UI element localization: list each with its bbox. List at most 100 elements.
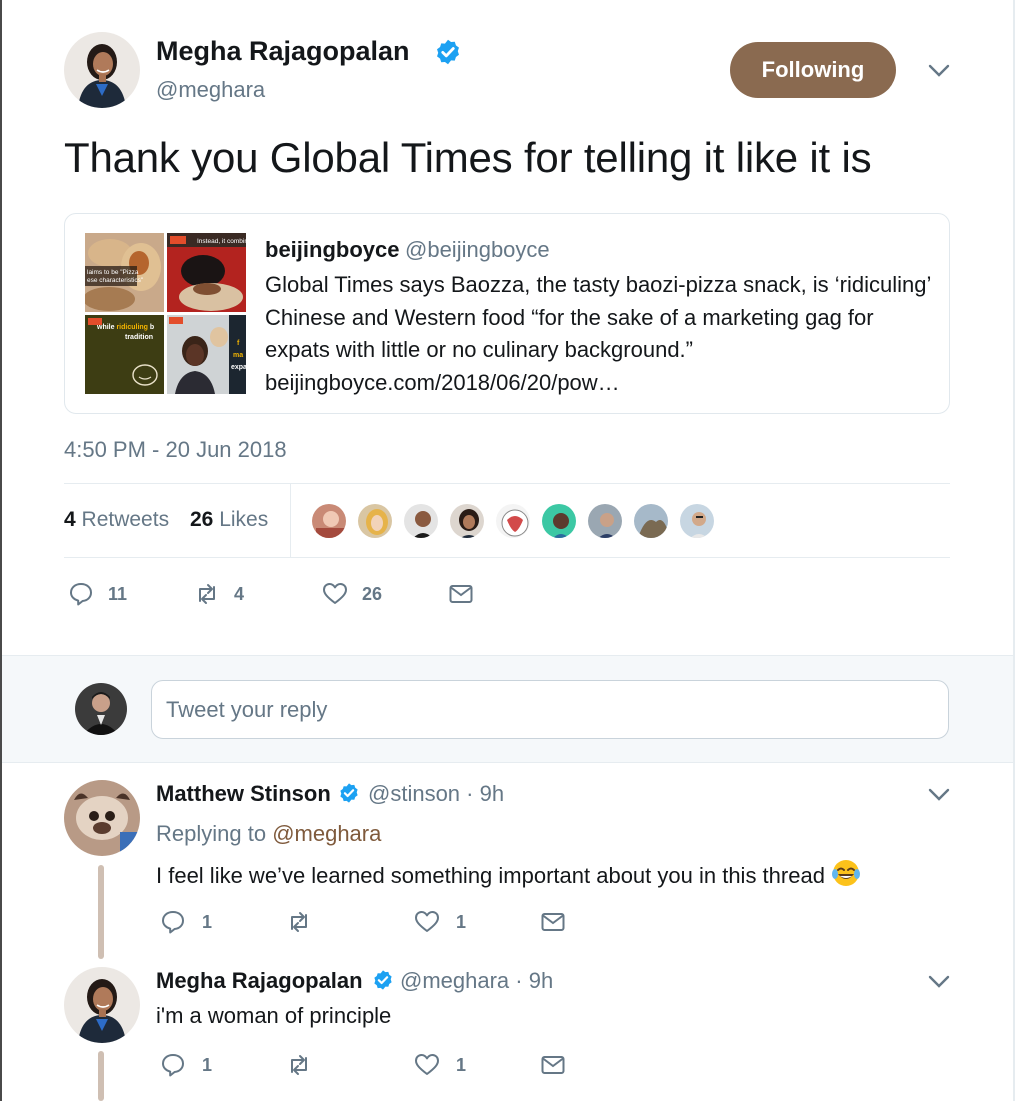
replying-to-handle[interactable]: @meghara (272, 821, 381, 846)
retweet-icon (199, 584, 215, 604)
quote-body: Global Times says Baozza, the tasty baoz… (265, 272, 931, 395)
quote-image-1-caption-a: laims to be "Pizza (87, 269, 139, 276)
liker-avatar[interactable] (632, 502, 670, 540)
author-name[interactable]: Megha Rajagopalan (156, 36, 410, 67)
reply-count: 1 (202, 911, 213, 932)
reply-composer (2, 655, 1013, 763)
chevron-down-icon[interactable] (928, 64, 950, 78)
liker-avatar[interactable] (540, 502, 578, 540)
verified-badge-icon (374, 970, 392, 990)
likes-count: 26 (190, 508, 214, 531)
reply-author-avatar[interactable] (64, 780, 140, 856)
retweet-action[interactable] (286, 1047, 312, 1083)
reply-author-name[interactable]: Megha Rajagopalan (156, 968, 363, 994)
reply-author-handle[interactable]: @stinson (368, 781, 460, 806)
like-count: 1 (456, 1054, 467, 1075)
tweet-actions: 11 4 26 (64, 572, 564, 616)
chevron-down-icon[interactable] (928, 975, 950, 989)
liker-avatar[interactable] (402, 502, 440, 540)
current-user-avatar[interactable] (75, 683, 127, 735)
quoted-tweet-images[interactable]: laims to be "Pizza ese characteristics" … (85, 233, 247, 395)
liker-avatar[interactable] (678, 502, 716, 540)
likes-stat[interactable]: 26 Likes (190, 508, 268, 532)
reply-icon (162, 911, 184, 934)
retweet-action[interactable] (286, 904, 312, 940)
thread-line (98, 1051, 104, 1101)
quote-image-4-caption-b: ma (233, 352, 243, 359)
reply-count: 11 (108, 583, 128, 604)
quote-image-4[interactable]: f ma expa (167, 315, 246, 394)
following-button[interactable]: Following (730, 42, 896, 98)
likes-label: Likes (219, 508, 269, 531)
reply-time[interactable]: · 9h (515, 968, 553, 993)
like-count: 1 (456, 911, 467, 932)
quote-image-3-caption-b: tradition (125, 334, 153, 341)
reply-action[interactable]: 11 (68, 572, 127, 616)
reply-text: I feel like we’ve learned something impo… (156, 858, 861, 889)
retweet-action[interactable]: 4 (194, 572, 244, 616)
replying-to-prefix: Replying to (156, 821, 273, 846)
reply-tweet[interactable]: Megha Rajagopalan @meghara · 9h i'm a wo… (2, 953, 1013, 1101)
retweets-count: 4 (64, 508, 76, 531)
liker-avatar[interactable] (356, 502, 394, 540)
retweet-icon (291, 1055, 307, 1075)
reply-meta: @meghara · 9h (400, 968, 553, 994)
envelope-icon (541, 1056, 565, 1074)
dm-action[interactable] (540, 904, 566, 940)
face-with-tears-of-joy-icon (831, 860, 860, 886)
author-avatar[interactable] (64, 32, 140, 108)
dm-action[interactable] (540, 1047, 566, 1083)
like-count: 26 (362, 583, 383, 604)
quote-image-2-caption: Instead, it combines (197, 238, 246, 245)
like-action[interactable]: 26 (322, 572, 382, 616)
reply-time[interactable]: · 9h (466, 781, 504, 806)
reply-text: i'm a woman of principle (156, 1003, 392, 1028)
like-action[interactable]: 1 (414, 904, 466, 940)
retweet-count: 4 (234, 583, 245, 604)
reply-meta: @stinson · 9h (368, 781, 504, 807)
retweet-icon (291, 912, 307, 932)
reply-action[interactable]: 1 (160, 1047, 212, 1083)
reply-actions: 1 1 (156, 904, 576, 940)
tweet-timestamp[interactable]: 4:50 PM - 20 Jun 2018 (64, 437, 287, 463)
quoted-tweet-card[interactable]: laims to be "Pizza ese characteristics" … (64, 213, 950, 414)
heart-icon (415, 911, 439, 932)
like-action[interactable]: 1 (414, 1047, 466, 1083)
reply-count: 1 (202, 1054, 213, 1075)
reply-icon (162, 1054, 184, 1077)
liker-avatar[interactable] (310, 502, 348, 540)
quote-image-2[interactable]: Instead, it combines (167, 233, 246, 312)
chevron-down-icon[interactable] (928, 788, 950, 802)
heart-icon (323, 583, 347, 604)
retweets-label: Retweets (81, 508, 170, 531)
reply-text-content: I feel like we’ve learned something impo… (156, 863, 825, 888)
quote-image-1[interactable]: laims to be "Pizza ese characteristics" (85, 233, 164, 312)
replying-to: Replying to @meghara (156, 821, 381, 847)
reply-tweet[interactable]: Matthew Stinson @stinson · 9h Replying t… (2, 763, 1013, 959)
reply-author-name[interactable]: Matthew Stinson (156, 781, 331, 807)
quote-image-3-caption-a: while ridiculing b (96, 324, 154, 331)
reply-input[interactable] (151, 680, 949, 739)
retweets-stat[interactable]: 4 Retweets (64, 508, 169, 532)
reply-author-handle[interactable]: @meghara (400, 968, 509, 993)
liker-avatar[interactable] (448, 502, 486, 540)
reply-author-avatar[interactable] (64, 967, 140, 1043)
thread-line (98, 865, 104, 959)
quote-author-name[interactable]: beijingboyce (265, 237, 399, 263)
author-handle[interactable]: @meghara (156, 77, 265, 103)
quote-image-3[interactable]: while ridiculing b tradition (85, 315, 164, 394)
quote-author-handle[interactable]: @beijingboyce (405, 237, 550, 263)
tweet-text: Thank you Global Times for telling it li… (64, 134, 872, 181)
dm-action[interactable] (448, 572, 474, 616)
verified-badge-icon (437, 39, 459, 65)
liker-avatar[interactable] (494, 502, 532, 540)
reply-icon (70, 583, 92, 606)
envelope-icon (449, 585, 473, 603)
reply-action[interactable]: 1 (160, 904, 212, 940)
tweet-stats: 4 Retweets 26 Likes (64, 483, 950, 558)
liker-avatar[interactable] (586, 502, 624, 540)
reply-actions: 1 1 (156, 1047, 576, 1083)
stats-divider (290, 484, 291, 557)
envelope-icon (541, 913, 565, 931)
quote-image-1-caption-b: ese characteristics" (87, 277, 144, 284)
